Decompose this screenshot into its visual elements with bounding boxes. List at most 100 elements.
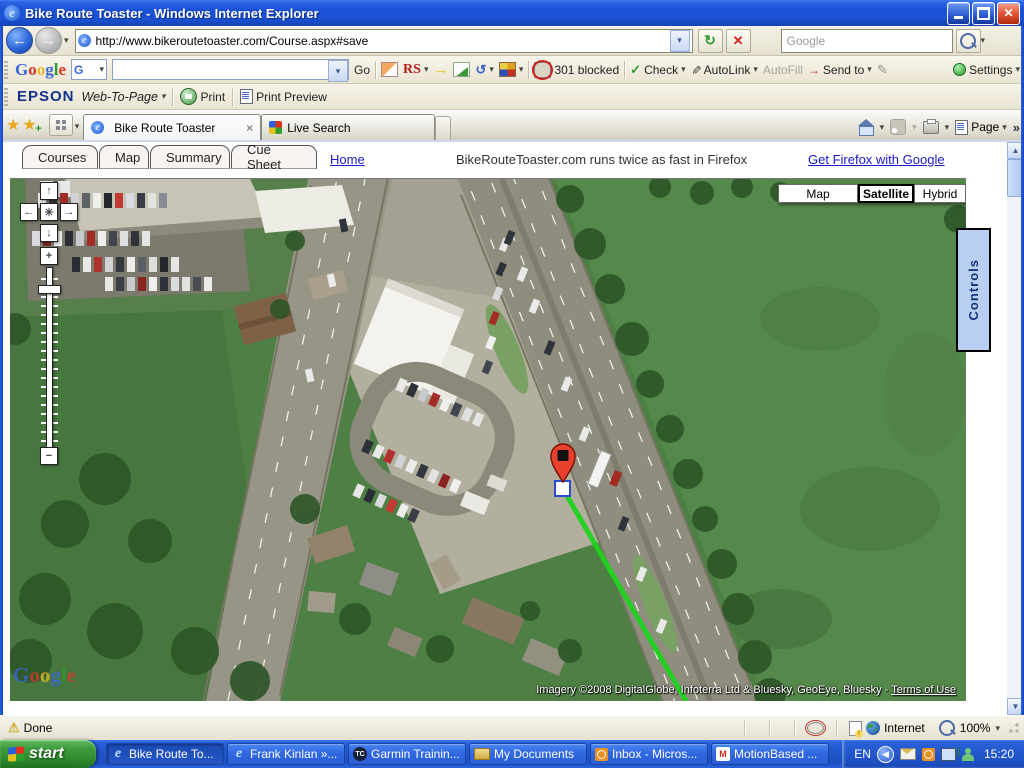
window-border-left [0, 26, 3, 715]
quick-tabs-grid-icon [56, 120, 66, 130]
tab-courses[interactable]: Courses [22, 145, 98, 169]
separator [528, 61, 529, 79]
maximize-button[interactable] [972, 2, 995, 25]
clock-tray-icon[interactable] [922, 748, 935, 761]
stop-button[interactable]: ✕ [726, 29, 751, 53]
warning-icon: ⚠ [8, 720, 20, 736]
ie-tab-bar: ★ ★ ▾ e Bike Route Toaster × Live Search… [0, 110, 1024, 142]
terms-of-use-link[interactable]: Terms of Use [891, 684, 956, 696]
links-button[interactable]: ↺▾ [475, 62, 493, 78]
add-favorite-icon[interactable]: ★ [22, 115, 36, 135]
satellite-view-button[interactable]: Satellite [858, 184, 914, 203]
separator [172, 88, 173, 106]
page-menu-button[interactable]: Page▾ [955, 120, 1007, 135]
go-button[interactable]: Go [354, 63, 370, 77]
highlighter-icon[interactable]: ✎ [877, 62, 888, 78]
page-alert-icon[interactable] [849, 721, 862, 736]
web-to-page-button[interactable]: Web-To-Page▾ [82, 90, 166, 104]
map-attribution: Imagery ©2008 DigitalGlobe, Infoterra Lt… [536, 684, 956, 696]
forward-button[interactable]: → [35, 27, 62, 54]
zoom-control[interactable]: 100% ▾ [939, 720, 1000, 736]
home-link[interactable]: Home [330, 152, 365, 167]
popup-blocker-button[interactable]: 301 blocked [534, 62, 619, 78]
photos-icon[interactable] [381, 62, 398, 77]
hybrid-view-button[interactable]: Hybrid [914, 184, 966, 203]
language-indicator[interactable]: EN [854, 747, 871, 761]
google-search-dropdown-icon[interactable]: ▾ [328, 60, 348, 82]
zoom-slider-track[interactable] [46, 267, 53, 449]
get-firefox-link[interactable]: Get Firefox with Google [808, 152, 945, 167]
messenger-tray-icon[interactable] [962, 748, 974, 761]
search-input[interactable]: Google [781, 29, 953, 53]
rs-button[interactable]: RS▾ [403, 62, 428, 78]
controls-panel-tab[interactable]: Controls [956, 228, 991, 352]
send-to-button[interactable]: →Send to▾ [808, 63, 872, 77]
history-dropdown-icon[interactable]: ▾ [64, 35, 69, 46]
taskbar-window-garmin[interactable]: TC Garmin Trainin... [348, 743, 466, 765]
pan-up-button[interactable]: ↑ [40, 182, 58, 200]
pan-right-button[interactable]: → [60, 203, 78, 221]
refresh-icon: ↻ [704, 32, 716, 49]
new-tab-stub[interactable] [435, 116, 451, 140]
taskbar-window-inbox[interactable]: Inbox - Micros... [590, 743, 708, 765]
tab-cue-sheet[interactable]: Cue Sheet [231, 145, 317, 169]
favorites-star-icon[interactable]: ★ [6, 115, 20, 135]
spellcheck-button[interactable]: ✓Check▾ [630, 62, 685, 78]
tab-summary[interactable]: Summary [150, 145, 230, 169]
print-preview-button[interactable]: Print Preview [240, 89, 327, 104]
taskbar-window-motionbased[interactable]: M MotionBased ... [711, 743, 829, 765]
start-button[interactable]: start [0, 740, 96, 768]
pagerank-icon[interactable] [453, 62, 470, 77]
tab-live-search[interactable]: Live Search [261, 114, 435, 140]
search-icon [960, 33, 976, 49]
pan-down-button[interactable]: ↓ [40, 224, 58, 242]
satellite-map[interactable]: Map Satellite Hybrid ↑ ← ✳ → ↓ + − Googl… [10, 178, 966, 701]
refresh-button[interactable]: ↻ [698, 29, 723, 53]
toolbar-grip-icon[interactable] [4, 88, 8, 106]
printer-icon[interactable] [923, 121, 939, 134]
resize-grip[interactable] [1008, 722, 1020, 734]
hide-icons-chevron[interactable]: ◀ [877, 746, 894, 763]
zoom-in-button[interactable]: + [40, 247, 58, 265]
address-dropdown-button[interactable]: ▾ [670, 30, 690, 52]
home-icon[interactable] [859, 121, 874, 134]
settings-button[interactable]: Settings▾ [953, 63, 1020, 77]
url-text[interactable]: http://www.bikeroutetoaster.com/Course.a… [96, 34, 670, 48]
google-g-button[interactable]: G▾ [71, 59, 107, 80]
back-button[interactable]: ← [6, 27, 33, 54]
highlight-arrow-icon[interactable]: → [433, 61, 448, 78]
zoom-dropdown-icon[interactable]: ▾ [995, 723, 1000, 734]
tab-list-dropdown-icon[interactable]: ▾ [75, 121, 80, 132]
quick-tabs-button[interactable] [49, 114, 73, 136]
taskbar-window-frank-kinlan[interactable]: e Frank Kinlan »... [227, 743, 345, 765]
print-button[interactable]: Print [180, 88, 225, 105]
close-tab-icon[interactable]: × [246, 121, 253, 135]
minimize-button[interactable] [947, 2, 970, 25]
map-view-button[interactable]: Map [778, 184, 858, 203]
privacy-icon[interactable] [807, 722, 824, 734]
tab-bike-route-toaster[interactable]: e Bike Route Toaster × [83, 114, 261, 140]
zoom-out-button[interactable]: − [40, 447, 58, 465]
taskbar-window-bike-route[interactable]: e Bike Route To... [106, 743, 224, 765]
pan-left-button[interactable]: ← [20, 203, 38, 221]
more-toolbar-button[interactable]: » [1013, 120, 1020, 135]
autolink-button[interactable]: ✎AutoLink▾ [691, 63, 758, 77]
taskbar-window-my-documents[interactable]: My Documents [469, 743, 587, 765]
taskbar: start e Bike Route To... e Frank Kinlan … [0, 740, 1024, 768]
zoom-slider-handle[interactable] [38, 285, 61, 294]
pan-center-button[interactable]: ✳ [40, 203, 58, 221]
mail-tray-icon[interactable] [900, 748, 916, 760]
google-search-field[interactable]: ▾ [112, 59, 349, 80]
close-button[interactable]: ✕ [997, 2, 1020, 25]
search-options-icon[interactable]: ▾ [981, 35, 986, 46]
toolbar-grip-icon[interactable] [4, 61, 8, 79]
print-dropdown-icon[interactable]: ▾ [945, 122, 950, 133]
address-input[interactable]: e http://www.bikeroutetoaster.com/Course… [75, 29, 693, 53]
home-dropdown-icon[interactable]: ▾ [880, 122, 885, 133]
search-button[interactable] [956, 29, 981, 53]
tab-map[interactable]: Map [99, 145, 149, 169]
options-cube-button[interactable]: ▾ [499, 62, 524, 77]
network-tray-icon[interactable] [941, 748, 956, 761]
zone-text: Internet [884, 721, 925, 735]
page-content: Courses Map Summary Cue Sheet Home BikeR… [0, 142, 1024, 715]
